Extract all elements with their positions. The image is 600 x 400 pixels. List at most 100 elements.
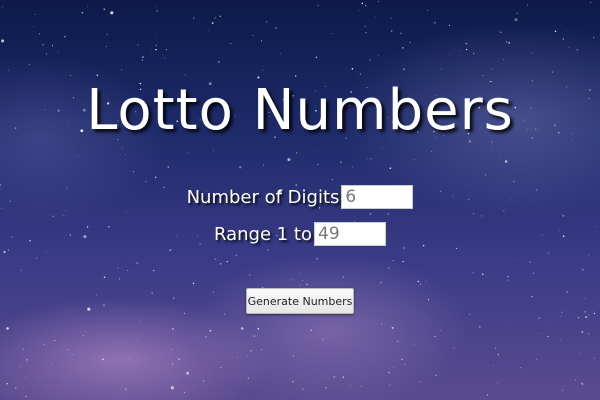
star — [462, 328, 464, 330]
star — [538, 317, 540, 319]
star — [170, 386, 175, 390]
star — [275, 27, 277, 29]
star — [369, 213, 372, 215]
star — [491, 68, 493, 70]
star — [296, 152, 298, 154]
star — [64, 35, 66, 38]
star — [81, 11, 84, 14]
star — [103, 276, 106, 279]
star — [568, 47, 570, 48]
star — [98, 211, 100, 213]
star — [584, 297, 586, 299]
star — [171, 363, 174, 365]
star — [263, 164, 265, 166]
star — [374, 361, 376, 363]
star — [389, 384, 391, 386]
star — [404, 363, 406, 365]
star — [342, 276, 345, 278]
star — [551, 71, 553, 73]
star — [403, 68, 405, 70]
star — [499, 157, 500, 159]
star — [491, 147, 493, 149]
star — [247, 355, 249, 357]
star — [169, 249, 172, 252]
star — [441, 68, 442, 70]
star — [503, 210, 505, 212]
star — [287, 158, 291, 162]
star — [393, 366, 394, 368]
star — [582, 269, 584, 271]
generate-numbers-button[interactable]: Generate Numbers — [246, 288, 354, 314]
star — [153, 270, 155, 272]
star — [566, 29, 567, 31]
star — [7, 249, 9, 251]
star — [389, 167, 392, 169]
star — [36, 257, 38, 259]
range-input[interactable] — [314, 222, 386, 246]
star — [333, 376, 336, 378]
star — [409, 41, 411, 43]
star — [460, 50, 461, 52]
star — [28, 63, 30, 66]
star — [171, 349, 173, 350]
star — [299, 272, 301, 274]
star — [561, 389, 563, 391]
star — [593, 312, 596, 315]
star — [3, 250, 6, 254]
star — [250, 350, 252, 352]
star — [581, 331, 584, 333]
digits-input[interactable] — [341, 185, 414, 209]
star — [205, 336, 207, 338]
digits-row: Number of Digits — [0, 185, 600, 209]
star — [325, 387, 327, 389]
star — [535, 358, 537, 360]
star — [310, 329, 313, 331]
star — [398, 341, 400, 342]
star — [359, 73, 361, 75]
star — [8, 69, 10, 71]
star — [537, 333, 539, 334]
star — [226, 260, 228, 263]
star — [331, 178, 334, 181]
star — [505, 41, 508, 43]
star — [473, 52, 475, 54]
star — [516, 260, 518, 262]
star — [301, 280, 303, 281]
star — [547, 252, 550, 254]
star — [219, 263, 222, 265]
star — [178, 358, 180, 360]
star — [531, 52, 533, 54]
star — [503, 59, 504, 60]
star — [531, 296, 533, 298]
star — [486, 394, 489, 396]
star — [166, 49, 167, 51]
star — [117, 267, 119, 269]
star — [1, 39, 5, 43]
star — [57, 51, 59, 53]
star — [584, 311, 586, 313]
star — [224, 313, 226, 315]
star — [125, 388, 127, 390]
star — [422, 271, 424, 273]
star — [425, 280, 427, 282]
star — [212, 291, 215, 293]
star — [262, 69, 263, 71]
star — [237, 357, 239, 358]
star — [562, 38, 564, 40]
star — [317, 149, 319, 151]
star — [559, 339, 561, 341]
star — [516, 12, 518, 14]
star — [465, 42, 468, 45]
star — [342, 376, 344, 378]
star — [349, 385, 351, 387]
star — [388, 267, 390, 269]
star — [400, 32, 402, 34]
star — [137, 44, 139, 46]
star — [381, 147, 383, 149]
star — [290, 279, 292, 281]
star — [19, 213, 20, 215]
star — [287, 333, 289, 335]
star — [402, 260, 404, 263]
star — [50, 363, 52, 365]
star — [51, 45, 54, 47]
